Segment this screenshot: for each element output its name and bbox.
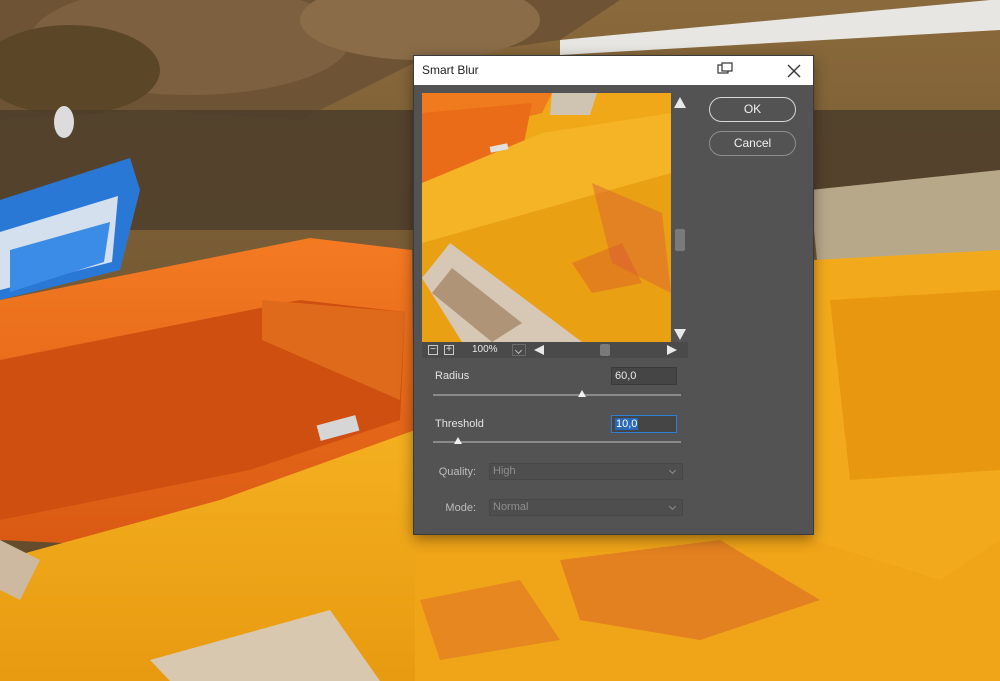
threshold-slider-track[interactable] (433, 441, 681, 443)
vertical-scroll-thumb[interactable] (675, 229, 685, 251)
zoom-level: 100% (472, 344, 498, 355)
scroll-left-arrow[interactable] (534, 345, 544, 355)
zoom-out-icon[interactable]: − (428, 345, 438, 355)
title-bar[interactable]: Smart Blur (414, 56, 813, 85)
scroll-down-arrow[interactable] (674, 329, 686, 340)
quality-select[interactable]: High (489, 463, 683, 480)
dialog-title: Smart Blur (422, 63, 479, 77)
mode-select[interactable]: Normal (489, 499, 683, 516)
threshold-label: Threshold (435, 418, 484, 430)
restore-window-icon[interactable] (717, 62, 733, 76)
radius-slider-thumb[interactable] (577, 390, 586, 397)
close-icon[interactable] (784, 61, 804, 81)
chevron-down-icon (668, 502, 677, 511)
threshold-slider-thumb[interactable] (453, 437, 462, 444)
radius-value: 60,0 (615, 370, 637, 382)
mode-selected: Normal (493, 501, 529, 513)
threshold-value: 10,0 (615, 418, 639, 430)
cancel-button[interactable]: Cancel (709, 131, 796, 156)
mode-label: Mode: (445, 502, 476, 514)
preview-image[interactable] (422, 93, 671, 342)
threshold-input[interactable]: 10,0 (611, 415, 677, 433)
zoom-in-icon[interactable]: + (444, 345, 454, 355)
radius-input[interactable]: 60,0 (611, 367, 677, 385)
ok-button[interactable]: OK (709, 97, 796, 122)
chevron-down-icon (668, 466, 677, 475)
quality-label: Quality: (438, 466, 476, 478)
zoom-dropdown[interactable] (512, 344, 526, 356)
radius-label: Radius (435, 370, 470, 382)
horizontal-scroll-thumb[interactable] (600, 344, 610, 356)
zoom-bar: − + 100% (422, 342, 688, 358)
vertical-scrollbar[interactable] (672, 93, 688, 342)
quality-selected: High (493, 465, 516, 477)
scroll-right-arrow[interactable] (667, 345, 677, 355)
radius-slider-track[interactable] (433, 394, 681, 396)
scroll-up-arrow[interactable] (674, 97, 686, 108)
smart-blur-dialog: Smart Blur − + 100% OK Cancel Radius 60,… (414, 56, 813, 534)
